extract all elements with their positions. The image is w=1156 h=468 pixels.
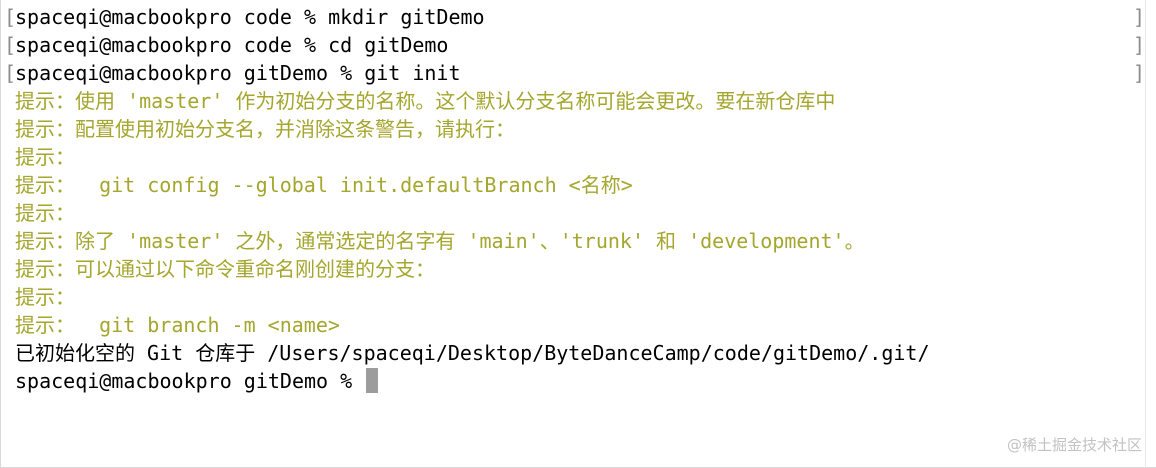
terminal-line-hint: 提示：配置使用初始分支名，并消除这条警告，请执行： — [15, 117, 515, 141]
terminal-line-command: spaceqi@macbookpro gitDemo % git init — [15, 61, 461, 85]
terminal-line-hint: 提示： — [15, 285, 75, 309]
text-cursor — [366, 368, 379, 393]
line-marker-right: ] — [1133, 5, 1146, 29]
watermark: @稀土掘金技术社区 — [1006, 436, 1142, 454]
terminal-line-hint: 提示： — [15, 201, 75, 225]
terminal-line-command: spaceqi@macbookpro code % cd gitDemo — [15, 33, 449, 57]
prompt-text: spaceqi@macbookpro gitDemo % — [15, 369, 365, 393]
line-marker-right: ] — [1133, 61, 1146, 85]
terminal-line-hint: 提示： — [15, 145, 75, 169]
terminal-line-hint: 提示： git config --global init.defaultBran… — [15, 173, 633, 197]
terminal-window[interactable]: [ ] spaceqi@macbookpro code % mkdir gitD… — [0, 0, 1156, 468]
terminal-prompt-line[interactable]: spaceqi@macbookpro gitDemo % — [15, 367, 379, 395]
terminal-line-hint: 提示： git branch -m <name> — [15, 313, 340, 337]
line-marker-right: ] — [1133, 33, 1146, 57]
terminal-line-hint: 提示：使用 'master' 作为初始分支的名称。这个默认分支名称可能会更改。要… — [15, 89, 836, 113]
terminal-line-command: spaceqi@macbookpro code % mkdir gitDemo — [15, 5, 485, 29]
scrollbar-track[interactable] — [1145, 0, 1146, 468]
terminal-line-output: 已初始化空的 Git 仓库于 /Users/spaceqi/Desktop/By… — [15, 341, 930, 365]
terminal-line-hint: 提示：除了 'master' 之外，通常选定的名字有 'main'、'trunk… — [15, 229, 865, 253]
terminal-line-hint: 提示：可以通过以下命令重命名刚创建的分支： — [15, 257, 435, 281]
